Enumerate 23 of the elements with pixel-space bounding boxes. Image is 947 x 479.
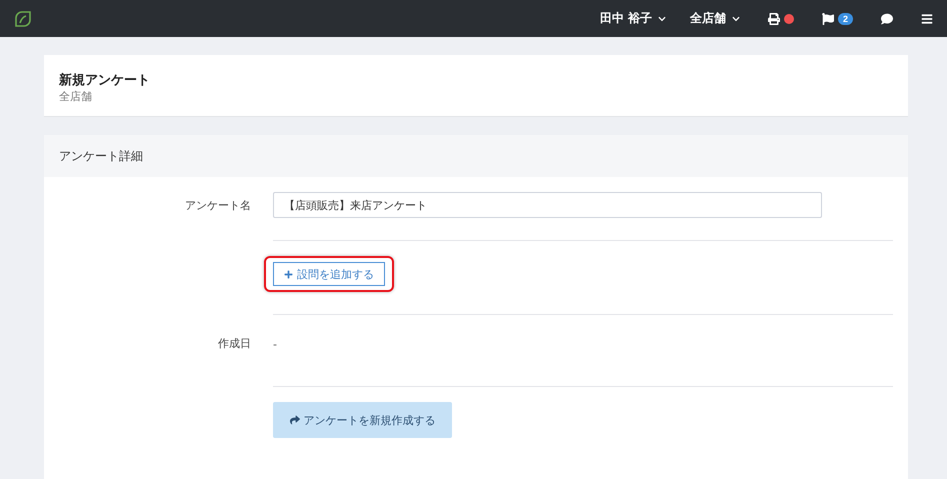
menu-icon [921,12,933,24]
field-label: アンケート名 [185,199,251,212]
count-badge: 2 [838,12,853,24]
share-arrow-icon [290,415,300,425]
leaf-logo-icon [14,10,32,28]
chevron-icon [658,14,666,22]
name-input-field[interactable]: 【店頭販売】来店アンケート [273,192,822,218]
printer-icon [768,12,780,24]
field-label: 作成日 [218,337,251,350]
menu-button[interactable] [921,12,933,24]
created-date-value: - [273,337,278,353]
comment-button[interactable] [881,12,893,24]
printer-button[interactable] [768,12,794,24]
section-title: アンケート詳細 [59,148,143,164]
add-question-button[interactable]: 設問を追加する [273,262,385,286]
page-subtitle: 全店舗 [59,89,93,104]
page-title: 新規アンケート [59,72,151,89]
comment-icon [881,12,893,24]
user-menu[interactable]: 田中 裕子 [600,10,666,27]
store-menu[interactable]: 全店舗 [690,10,740,27]
plus-icon [284,270,293,278]
chevron-icon [732,14,740,22]
flag-icon [822,12,834,24]
